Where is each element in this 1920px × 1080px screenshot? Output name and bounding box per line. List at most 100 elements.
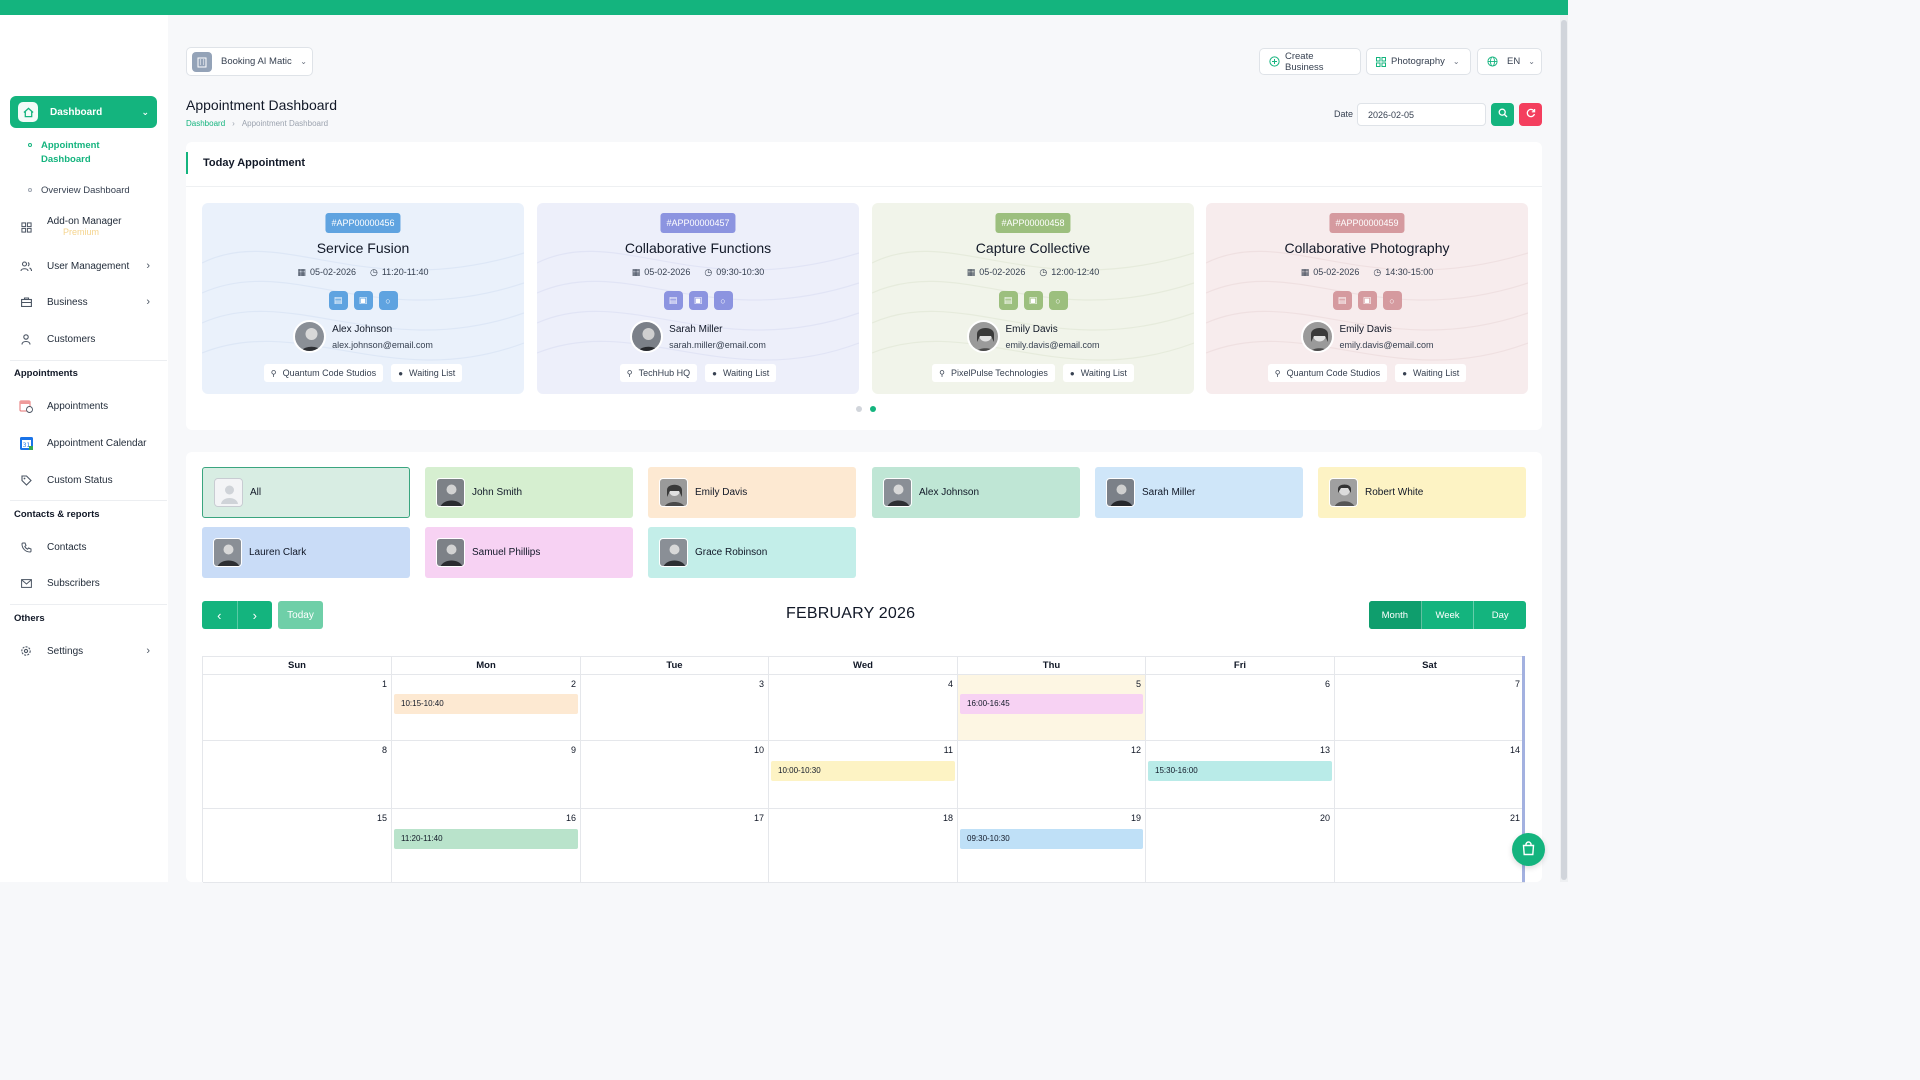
- calendar-view-switcher: Month Week Day: [1369, 601, 1526, 629]
- calendar-day-cell[interactable]: 13 15:30-16:00: [1146, 741, 1335, 809]
- calendar-day-cell[interactable]: 17: [581, 809, 769, 883]
- calendar-day-cell-today[interactable]: 5 16:00-16:45: [958, 675, 1146, 741]
- sidebar-item-custom-status[interactable]: Custom Status: [18, 472, 158, 488]
- calendar-event[interactable]: 11:20-11:40: [394, 829, 578, 849]
- chevron-down-icon: ⌄: [1452, 57, 1460, 66]
- language-dropdown[interactable]: EN ⌄: [1477, 48, 1542, 75]
- appointment-tags: ⚲ PixelPulse Technologies ● Waiting List: [872, 364, 1194, 382]
- next-month-button[interactable]: ›: [238, 601, 273, 629]
- staff-filter-emily-davis[interactable]: Emily Davis: [648, 467, 856, 518]
- calendar-day-cell[interactable]: 18: [769, 809, 958, 883]
- sidebar-item-settings[interactable]: Settings ›: [18, 643, 158, 659]
- calendar-day-cell[interactable]: 6: [1146, 675, 1335, 741]
- edit-icon[interactable]: ▤: [663, 291, 683, 310]
- weekday-header: Thu: [958, 657, 1146, 675]
- date-input[interactable]: [1357, 103, 1486, 126]
- staff-filter-lauren-clark[interactable]: Lauren Clark: [202, 527, 410, 578]
- calendar-day-cell[interactable]: 19 09:30-10:30: [958, 809, 1146, 883]
- appointment-card[interactable]: #APP00000458 Capture Collective ▦ 05-02-2…: [872, 203, 1194, 394]
- calendar-event[interactable]: 15:30-16:00: [1148, 761, 1332, 781]
- sidebar-subitem-overview-dashboard[interactable]: Overview Dashboard: [28, 185, 130, 196]
- staff-filter-sarah-miller[interactable]: Sarah Miller: [1095, 467, 1303, 518]
- customer-email: alex.johnson@email.com: [332, 339, 433, 350]
- appointment-datetime: ▦ 05-02-2026 ◷ 12:00-12:40: [966, 267, 1100, 277]
- calendar-day-cell[interactable]: 2 10:15-10:40: [392, 675, 581, 741]
- details-icon[interactable]: ▣: [1023, 291, 1043, 310]
- sidebar-item-subscribers[interactable]: Subscribers: [18, 575, 158, 591]
- day-number: 12: [1130, 745, 1141, 755]
- calendar-day-cell[interactable]: 21: [1335, 809, 1525, 883]
- details-icon[interactable]: ▣: [688, 291, 708, 310]
- calendar-day-cell[interactable]: 9: [392, 741, 581, 809]
- calendar-day-cell[interactable]: 10: [581, 741, 769, 809]
- calendar-event[interactable]: 09:30-10:30: [960, 829, 1143, 849]
- avatar: [659, 478, 688, 507]
- appointment-datetime: ▦ 05-02-2026 ◷ 11:20-11:40: [297, 267, 429, 277]
- calendar-event[interactable]: 16:00-16:45: [960, 694, 1143, 714]
- appointment-card[interactable]: #APP00000457 Collaborative Functions ▦ 05…: [537, 203, 859, 394]
- carousel-dot-active[interactable]: [870, 406, 876, 412]
- status-icon[interactable]: ○: [1048, 291, 1068, 310]
- calendar-day-cell[interactable]: 7: [1335, 675, 1525, 741]
- calendar-day-cell[interactable]: 8: [203, 741, 392, 809]
- avatar: [436, 478, 465, 507]
- create-business-button[interactable]: Create Business: [1259, 48, 1361, 75]
- sidebar-item-user-management[interactable]: User Management ›: [18, 258, 158, 274]
- business-selector[interactable]: Booking AI Matic ⌄: [186, 47, 313, 76]
- day-number: 4: [947, 679, 953, 689]
- floating-cart-button[interactable]: [1512, 833, 1545, 866]
- prev-month-button[interactable]: ‹: [202, 601, 238, 629]
- edit-icon[interactable]: ▤: [1332, 291, 1352, 310]
- scrollbar-thumb[interactable]: [1561, 20, 1567, 880]
- calendar-day-cell[interactable]: 4: [769, 675, 958, 741]
- staff-filter-robert-white[interactable]: Robert White: [1318, 467, 1526, 518]
- status-icon[interactable]: ○: [1382, 291, 1402, 310]
- panel-divider: [186, 186, 1542, 187]
- calendar-month-title: FEBRUARY 2026: [786, 605, 916, 622]
- calendar-event[interactable]: 10:00-10:30: [771, 761, 955, 781]
- calendar-event[interactable]: 10:15-10:40: [394, 694, 578, 714]
- calendar-day-cell[interactable]: 1: [203, 675, 392, 741]
- reset-button[interactable]: [1519, 103, 1542, 126]
- calendar-day-cell[interactable]: 15: [203, 809, 392, 883]
- status-icon[interactable]: ○: [378, 291, 398, 310]
- calendar-day-cell[interactable]: 12: [958, 741, 1146, 809]
- calendar-day-cell[interactable]: 11 10:00-10:30: [769, 741, 958, 809]
- search-button[interactable]: [1491, 103, 1514, 126]
- sidebar-item-dashboard[interactable]: Dashboard ⌄: [10, 96, 157, 128]
- calendar-day-cell[interactable]: 16 11:20-11:40: [392, 809, 581, 883]
- details-icon[interactable]: ▣: [1357, 291, 1377, 310]
- calendar-day-cell[interactable]: 3: [581, 675, 769, 741]
- view-day-button[interactable]: Day: [1474, 601, 1526, 629]
- appointment-card[interactable]: #APP00000456 Service Fusion ▦ 05-02-2026 …: [202, 203, 524, 394]
- day-number: 14: [1509, 745, 1520, 755]
- mail-icon: [18, 575, 34, 591]
- calendar-day-cell[interactable]: 20: [1146, 809, 1335, 883]
- sidebar-subitem-appointment-dashboard[interactable]: Appointment Dashboard: [28, 139, 138, 167]
- chevron-right-icon: ›: [146, 296, 150, 308]
- gear-icon: [18, 643, 34, 659]
- staff-filter-all[interactable]: All: [202, 467, 410, 518]
- status-icon[interactable]: ○: [713, 291, 733, 310]
- staff-filter-john-smith[interactable]: John Smith: [425, 467, 633, 518]
- view-week-button[interactable]: Week: [1422, 601, 1475, 629]
- appointment-card[interactable]: #APP00000459 Collaborative Photography ▦…: [1206, 203, 1528, 394]
- breadcrumb-link-dashboard[interactable]: Dashboard: [186, 119, 225, 128]
- edit-icon[interactable]: ▤: [998, 291, 1018, 310]
- view-month-button[interactable]: Month: [1369, 601, 1422, 629]
- sidebar-item-business[interactable]: Business ›: [18, 294, 158, 310]
- details-icon[interactable]: ▣: [353, 291, 373, 310]
- business-type-dropdown[interactable]: Photography ⌄: [1366, 48, 1471, 75]
- sidebar-item-contacts[interactable]: Contacts: [18, 539, 158, 555]
- staff-filter-grace-robinson[interactable]: Grace Robinson: [648, 527, 856, 578]
- calendar-day-cell[interactable]: 14: [1335, 741, 1525, 809]
- sidebar-item-appointment-calendar[interactable]: 31 Appointment Calendar: [18, 435, 158, 451]
- today-button[interactable]: Today: [278, 601, 323, 629]
- carousel-dot[interactable]: [856, 406, 862, 412]
- staff-filter-alex-johnson[interactable]: Alex Johnson: [872, 467, 1080, 518]
- tag-icon: [18, 472, 34, 488]
- staff-filter-samuel-phillips[interactable]: Samuel Phillips: [425, 527, 633, 578]
- sidebar-item-appointments[interactable]: Appointments: [18, 398, 158, 414]
- edit-icon[interactable]: ▤: [328, 291, 348, 310]
- sidebar-item-customers[interactable]: Customers: [18, 331, 158, 347]
